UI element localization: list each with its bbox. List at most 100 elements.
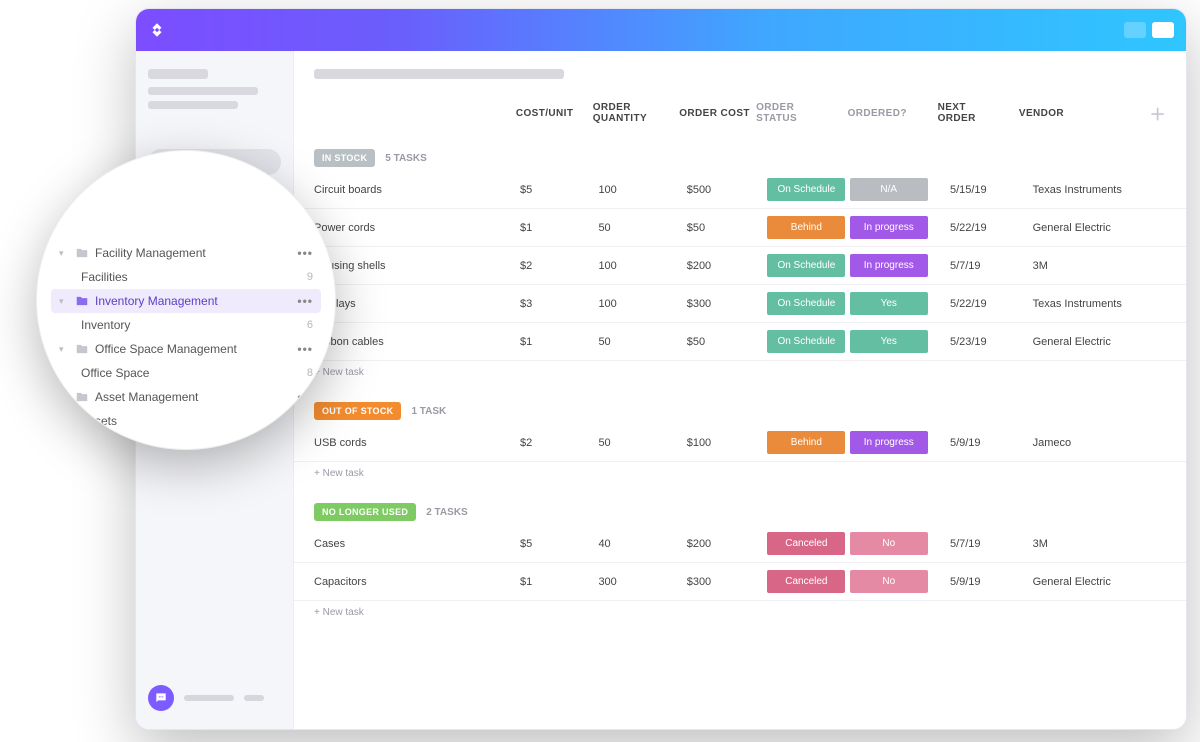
col-vendor[interactable]: VENDOR xyxy=(1005,108,1150,119)
sidebar-tree: ▾ Facility Management ••• Facilities9▾Inven… xyxy=(51,241,321,433)
table-row[interactable]: USB cords$250$100BehindIn progress5/9/19… xyxy=(294,424,1186,462)
cell-cost: $1 xyxy=(520,576,598,588)
new-task-button[interactable]: + New task xyxy=(294,361,1186,384)
folder-label: Office Space Management xyxy=(95,342,291,356)
cell-cost: $3 xyxy=(520,298,598,310)
column-headers: COST/UNIT ORDER QUANTITY ORDER COST ORDE… xyxy=(294,95,1186,131)
cell-qty: 50 xyxy=(598,437,686,449)
cell-cost: $5 xyxy=(520,538,598,550)
table-row[interactable]: Circuit boards$5100$500On ScheduleN/A5/1… xyxy=(294,171,1186,209)
cell-qty: 50 xyxy=(598,336,686,348)
sidebar-folder[interactable]: ▾Office Space Management••• xyxy=(51,337,321,361)
topbar xyxy=(136,9,1186,51)
status-badge[interactable]: On Schedule xyxy=(767,292,845,315)
cell-vendor: General Electric xyxy=(1019,576,1166,588)
more-icon[interactable]: ••• xyxy=(297,342,313,356)
group-tag: NO LONGER USED xyxy=(314,503,416,521)
table-row[interactable]: Cases$540$200CanceledNo5/7/193M xyxy=(294,525,1186,563)
table-row[interactable]: Housing shells$2100$200On ScheduleIn pro… xyxy=(294,247,1186,285)
main-area: COST/UNIT ORDER QUANTITY ORDER COST ORDE… xyxy=(294,51,1186,729)
skeleton-line xyxy=(148,69,208,79)
status-badge[interactable]: On Schedule xyxy=(767,254,845,277)
table-row[interactable]: Power cords$150$50BehindIn progress5/22/… xyxy=(294,209,1186,247)
status-badge[interactable]: Canceled xyxy=(767,532,845,555)
group-header[interactable]: IN STOCK5 TASKS xyxy=(294,145,1186,171)
status-badge[interactable]: Behind xyxy=(767,431,845,454)
cell-vendor: General Electric xyxy=(1019,336,1166,348)
col-cost[interactable]: COST/UNIT xyxy=(516,108,593,119)
sidebar-list[interactable]: Inventory 6 xyxy=(51,313,321,337)
new-task-button[interactable]: + New task xyxy=(294,462,1186,485)
cell-qty: 50 xyxy=(598,222,686,234)
window-control-min[interactable] xyxy=(1124,22,1146,38)
col-order-cost[interactable]: ORDER COST xyxy=(679,108,756,119)
app-logo-icon xyxy=(148,21,166,39)
ordered-badge[interactable]: Yes xyxy=(850,330,928,353)
ordered-badge[interactable]: No xyxy=(850,570,928,593)
col-next-order[interactable]: NEXT ORDER xyxy=(918,102,1005,124)
status-badge[interactable]: Behind xyxy=(767,216,845,239)
cell-qty: 100 xyxy=(598,298,686,310)
sidebar-list[interactable]: Facilities9 xyxy=(51,265,321,289)
col-status[interactable]: ORDER STATUS xyxy=(756,102,837,124)
table-row[interactable]: Ribbon cables$150$50On ScheduleYes5/23/1… xyxy=(294,323,1186,361)
table-row[interactable]: Displays$3100$300On ScheduleYes5/22/19Te… xyxy=(294,285,1186,323)
cell-cost: $2 xyxy=(520,260,598,272)
status-badge[interactable]: On Schedule xyxy=(767,330,845,353)
main-header xyxy=(294,51,1186,79)
cell-name: Capacitors xyxy=(314,576,520,588)
list-count: 6 xyxy=(307,319,313,331)
cell-vendor: Texas Instruments xyxy=(1019,184,1166,196)
sidebar-list[interactable]: Office Space8 xyxy=(51,361,321,385)
add-column-icon[interactable]: ＋ xyxy=(1150,101,1166,125)
cell-order-cost: $300 xyxy=(687,576,765,588)
cell-next-order: 5/9/19 xyxy=(930,437,1019,449)
folder-label: Asset Management xyxy=(95,390,291,404)
status-badge[interactable]: Canceled xyxy=(767,570,845,593)
sidebar-folder[interactable]: ▾Facility Management••• xyxy=(51,241,321,265)
folder-icon xyxy=(75,390,89,404)
list-label: Inventory xyxy=(81,318,301,332)
ordered-badge[interactable]: No xyxy=(850,532,928,555)
folder-label: Facility Management xyxy=(95,246,291,260)
group-tag: IN STOCK xyxy=(314,149,375,167)
sidebar-zoom-popover: ▾ Facility Management ••• Facilities9▾Inven… xyxy=(36,150,336,450)
cell-name: USB cords xyxy=(314,437,520,449)
cell-order-cost: $300 xyxy=(687,298,765,310)
col-qty[interactable]: ORDER QUANTITY xyxy=(593,102,680,124)
ordered-badge[interactable]: In progress xyxy=(850,216,928,239)
ordered-badge[interactable]: In progress xyxy=(850,431,928,454)
more-icon[interactable]: ••• xyxy=(297,246,313,260)
chat-icon[interactable] xyxy=(148,685,174,711)
cell-name: Power cords xyxy=(314,222,520,234)
cell-name: Housing shells xyxy=(314,260,520,272)
sidebar-folder[interactable]: ▾Inventory Management••• xyxy=(51,289,321,313)
new-task-button[interactable]: + New task xyxy=(294,601,1186,624)
ordered-badge[interactable]: Yes xyxy=(850,292,928,315)
list-label: Assets xyxy=(81,414,295,428)
cell-cost: $1 xyxy=(520,222,598,234)
col-ordered[interactable]: ORDERED? xyxy=(837,108,918,119)
folder-icon xyxy=(75,246,89,260)
group-header[interactable]: OUT OF STOCK1 TASK xyxy=(294,398,1186,424)
cell-next-order: 5/22/19 xyxy=(930,222,1019,234)
more-icon[interactable]: ••• xyxy=(297,294,313,308)
cell-cost: $2 xyxy=(520,437,598,449)
sidebar-folder[interactable]: ▾Asset Management••• xyxy=(51,385,321,409)
cell-order-cost: $50 xyxy=(687,336,765,348)
list-label: Office Space xyxy=(81,366,301,380)
ordered-badge[interactable]: In progress xyxy=(850,254,928,277)
cell-next-order: 5/9/19 xyxy=(930,576,1019,588)
list-label: Facilities xyxy=(81,270,301,284)
chevron-down-icon: ▾ xyxy=(59,392,69,403)
window-control-max[interactable] xyxy=(1152,22,1174,38)
cell-vendor: Texas Instruments xyxy=(1019,298,1166,310)
skeleton-line xyxy=(148,101,238,109)
ordered-badge[interactable]: N/A xyxy=(850,178,928,201)
folder-icon xyxy=(75,294,89,308)
group-header[interactable]: NO LONGER USED2 TASKS xyxy=(294,499,1186,525)
cell-order-cost: $200 xyxy=(687,538,765,550)
status-badge[interactable]: On Schedule xyxy=(767,178,845,201)
cell-vendor: 3M xyxy=(1019,260,1166,272)
table-row[interactable]: Capacitors$1300$300CanceledNo5/9/19Gener… xyxy=(294,563,1186,601)
